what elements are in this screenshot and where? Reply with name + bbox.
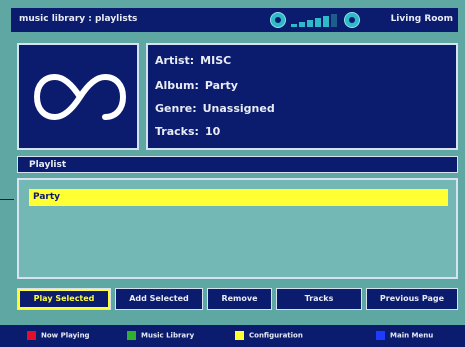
album-label: Album: bbox=[155, 79, 199, 92]
configuration-key[interactable]: Configuration bbox=[235, 331, 303, 340]
add-selected-button[interactable]: Add Selected bbox=[115, 288, 203, 310]
playlist-list[interactable]: Party bbox=[17, 178, 458, 279]
previous-page-button[interactable]: Previous Page bbox=[366, 288, 458, 310]
green-key-icon bbox=[127, 331, 136, 340]
page-title: music library : playlists bbox=[19, 14, 138, 24]
playlist-header: Playlist bbox=[17, 156, 458, 173]
tracks-button[interactable]: Tracks bbox=[276, 288, 362, 310]
volume-down-icon[interactable] bbox=[270, 12, 286, 28]
artist-label: Artist: bbox=[155, 54, 195, 67]
artist-row: Artist: MISC bbox=[155, 54, 231, 67]
volume-level-bars bbox=[291, 14, 339, 27]
genre-value: Unassigned bbox=[202, 102, 275, 115]
now-playing-label: Now Playing bbox=[41, 331, 90, 340]
music-library-label: Music Library bbox=[141, 331, 195, 340]
tracks-row: Tracks: 10 bbox=[155, 125, 220, 138]
genre-label: Genre: bbox=[155, 102, 197, 115]
action-bar: Play Selected Add Selected Remove Tracks… bbox=[17, 288, 458, 312]
now-playing-key[interactable]: Now Playing bbox=[27, 331, 90, 340]
tracks-value: 10 bbox=[204, 125, 221, 138]
playlist-header-label: Playlist bbox=[29, 160, 67, 170]
album-info-panel: Artist: MISC Album: Party Genre: Unassigned… bbox=[146, 43, 458, 150]
album-value: Party bbox=[204, 79, 238, 92]
volume-up-icon[interactable] bbox=[344, 12, 360, 28]
album-row: Album: Party bbox=[155, 79, 238, 92]
loop-icon bbox=[33, 73, 127, 121]
list-item[interactable]: Party bbox=[29, 189, 448, 206]
header-bar: music library : playlists Living Room bbox=[11, 8, 458, 32]
room-label[interactable]: Living Room bbox=[391, 14, 453, 24]
artist-value: MISC bbox=[200, 54, 232, 67]
blue-key-icon bbox=[376, 331, 385, 340]
tracks-label: Tracks: bbox=[155, 125, 199, 138]
color-key-bar: Now Playing Music Library Configuration … bbox=[0, 325, 465, 347]
configuration-label: Configuration bbox=[249, 331, 303, 340]
main-menu-key[interactable]: Main Menu bbox=[376, 331, 433, 340]
playlist-panel: Playlist Party bbox=[17, 156, 458, 279]
album-art bbox=[17, 43, 139, 150]
play-selected-button[interactable]: Play Selected bbox=[17, 288, 111, 310]
volume-control[interactable] bbox=[266, 12, 364, 29]
list-item-label: Party bbox=[33, 192, 61, 202]
music-library-key[interactable]: Music Library bbox=[127, 331, 194, 340]
remove-button[interactable]: Remove bbox=[207, 288, 272, 310]
genre-row: Genre: Unassigned bbox=[155, 102, 275, 115]
red-key-icon bbox=[27, 331, 36, 340]
yellow-key-icon bbox=[235, 331, 244, 340]
main-menu-label: Main Menu bbox=[390, 331, 434, 340]
selection-pointer bbox=[0, 199, 14, 200]
